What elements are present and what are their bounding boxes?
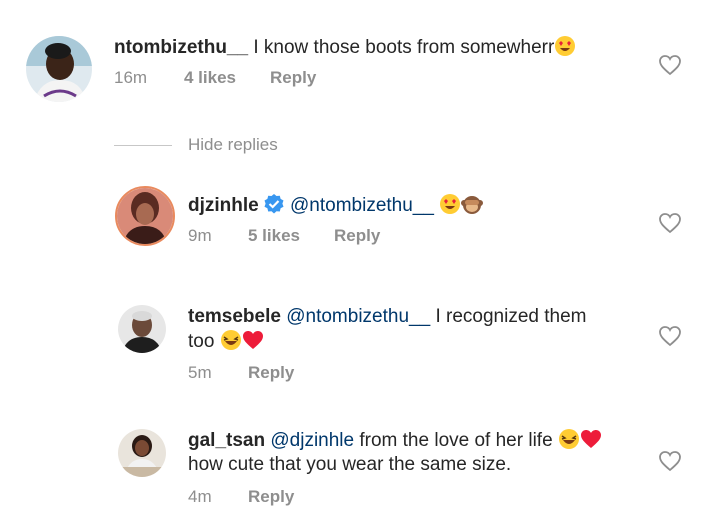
- mention-link[interactable]: @djzinhle: [270, 430, 354, 451]
- comment-body-line2: how cute that you wear the same size.: [188, 454, 512, 475]
- comment-body: I recognized them: [435, 306, 587, 327]
- likes-count[interactable]: 5 likes: [248, 225, 300, 247]
- avatar-image: [118, 429, 166, 477]
- red-heart-emoji-icon: [242, 331, 263, 349]
- laughing-emoji-icon: [558, 429, 579, 449]
- heart-eyes-emoji-icon: [440, 194, 461, 214]
- comment-meta: 16m 4 likes Reply: [114, 67, 414, 89]
- like-heart-icon[interactable]: [658, 325, 682, 347]
- comment-meta: 5m Reply: [188, 362, 488, 384]
- like-heart-icon[interactable]: [658, 212, 682, 234]
- username[interactable]: temsebele: [188, 306, 281, 327]
- red-heart-emoji-icon: [580, 430, 601, 448]
- timestamp: 5m: [188, 363, 212, 382]
- comment-body: from the love of her life: [359, 430, 553, 451]
- verified-badge-icon: [264, 194, 284, 214]
- comment-meta: 4m Reply: [188, 486, 488, 508]
- comment-text: ntombizethu__ I know those boots from so…: [114, 35, 674, 60]
- comment-text: temsebele @ntombizethu__ I recognized th…: [188, 305, 648, 354]
- laughing-emoji-icon: [220, 330, 241, 350]
- timestamp: 9m: [188, 226, 212, 245]
- avatar[interactable]: [118, 305, 166, 353]
- username[interactable]: djzinhle: [188, 195, 259, 216]
- mention-link[interactable]: @ntombizethu__: [290, 195, 434, 216]
- timestamp: 4m: [188, 487, 212, 506]
- hide-replies-button[interactable]: Hide replies: [188, 134, 278, 156]
- comment-body: I know those boots from somewherr: [253, 37, 555, 58]
- avatar-image: [118, 305, 166, 353]
- avatar[interactable]: [115, 186, 175, 246]
- reply-button[interactable]: Reply: [334, 225, 380, 247]
- heart-eyes-emoji-icon: [555, 36, 576, 56]
- comment-body-line2: too: [188, 331, 215, 352]
- avatar-image: [26, 36, 92, 102]
- mention-link[interactable]: @ntombizethu__: [286, 306, 430, 327]
- avatar[interactable]: [26, 36, 92, 102]
- reply-button[interactable]: Reply: [248, 362, 294, 384]
- like-heart-icon[interactable]: [658, 54, 682, 76]
- comment-text: gal_tsan @djzinhle from the love of her …: [188, 428, 658, 477]
- reply-button[interactable]: Reply: [248, 486, 294, 508]
- username[interactable]: ntombizethu__: [114, 37, 248, 58]
- reply-button[interactable]: Reply: [270, 67, 316, 89]
- username[interactable]: gal_tsan: [188, 430, 265, 451]
- see-no-evil-monkey-emoji-icon: [461, 196, 484, 214]
- timestamp: 16m: [114, 68, 148, 87]
- comment-text: djzinhle @ntombizethu__: [188, 193, 648, 218]
- avatar[interactable]: [118, 429, 166, 477]
- comment-meta: 9m 5 likes Reply: [188, 225, 488, 247]
- likes-count[interactable]: 4 likes: [184, 67, 236, 89]
- hide-replies-divider: [114, 145, 172, 146]
- avatar-image: [117, 188, 173, 244]
- like-heart-icon[interactable]: [658, 450, 682, 472]
